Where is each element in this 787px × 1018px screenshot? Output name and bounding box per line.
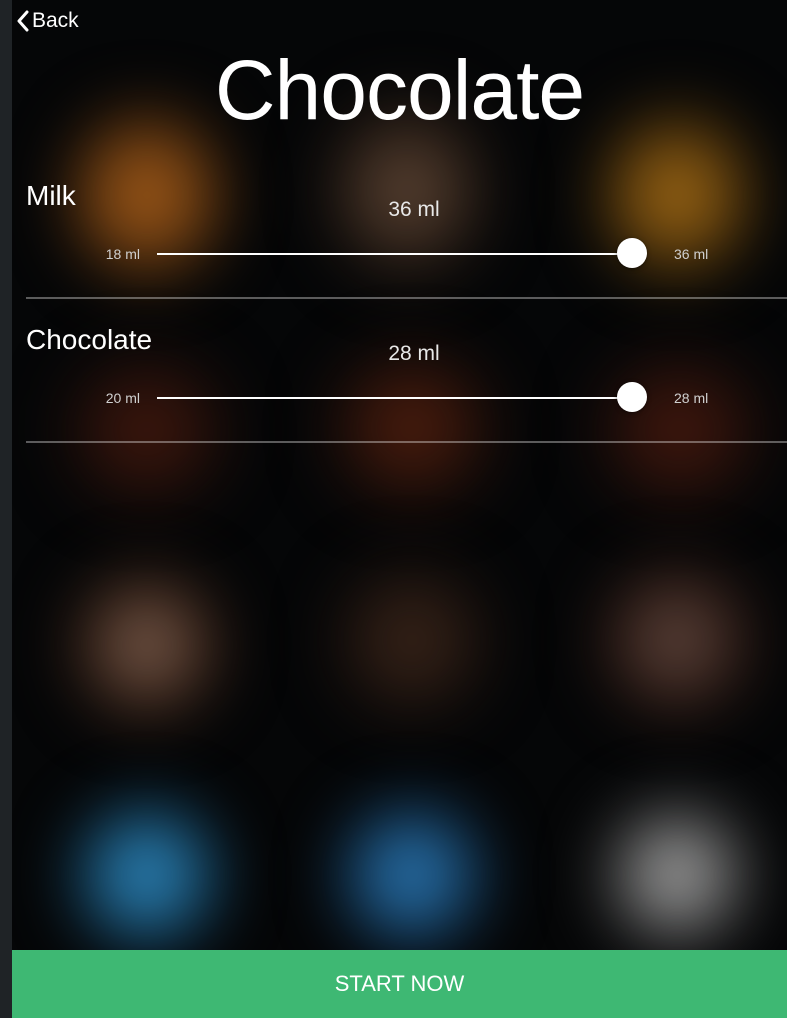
app-screen: Back Chocolate Milk 36 ml 18 ml 36 ml Ch… xyxy=(12,0,787,1018)
background-blur xyxy=(337,565,487,715)
milk-slider-track[interactable] xyxy=(157,238,647,268)
slider-min-milk: 18 ml xyxy=(105,246,140,262)
chevron-left-icon xyxy=(17,10,29,32)
background-blur xyxy=(337,800,487,950)
slider-max-chocolate: 28 ml xyxy=(674,390,709,406)
chocolate-slider-track[interactable] xyxy=(157,382,647,412)
chocolate-slider-fill xyxy=(157,397,632,399)
back-button[interactable]: Back xyxy=(16,6,79,36)
slider-value-milk: 36 ml xyxy=(388,198,440,221)
chocolate-slider-thumb[interactable] xyxy=(617,382,647,412)
chocolate-slider-section: Chocolate 28 ml 20 ml 28 ml xyxy=(26,296,787,443)
page-title: Chocolate xyxy=(214,43,585,137)
background-blur xyxy=(72,800,222,950)
slider-value-chocolate: 28 ml xyxy=(388,342,440,365)
milk-slider-section: Milk 36 ml 18 ml 36 ml xyxy=(26,152,787,299)
milk-slider-thumb[interactable] xyxy=(617,238,647,268)
slider-min-chocolate: 20 ml xyxy=(105,390,140,406)
milk-slider-fill xyxy=(157,253,632,255)
background-blur xyxy=(602,565,752,715)
start-now-button[interactable]: START NOW xyxy=(12,950,787,1018)
slider-max-milk: 36 ml xyxy=(674,246,709,262)
back-label: Back xyxy=(32,9,79,32)
background-blur xyxy=(602,800,752,950)
background-blur xyxy=(72,570,222,720)
